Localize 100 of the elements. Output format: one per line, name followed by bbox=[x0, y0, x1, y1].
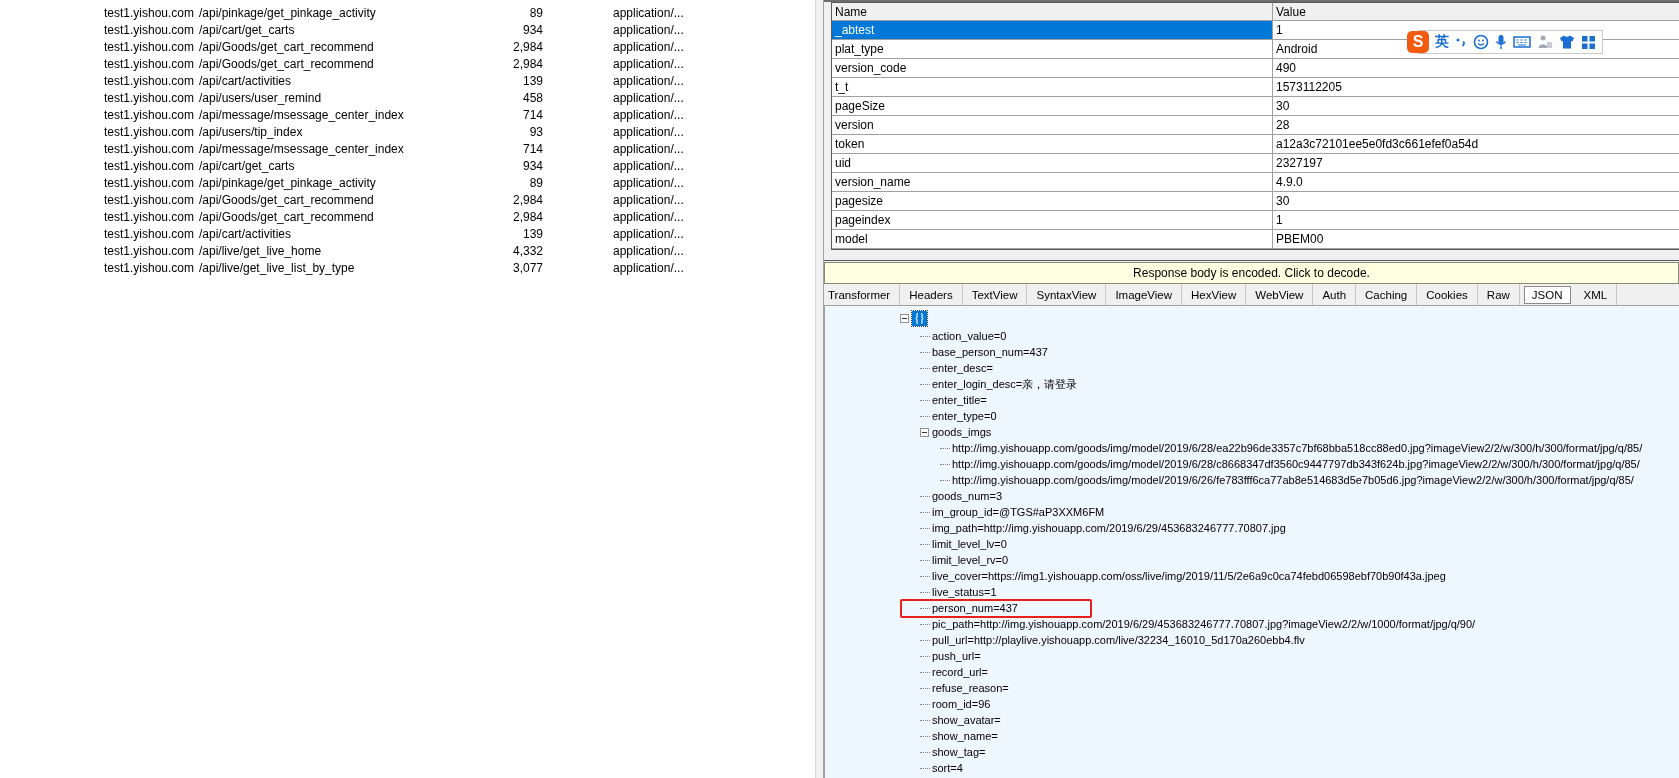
value-cell[interactable]: a12a3c72101ee5e0fd3c661efef0a54d bbox=[1273, 135, 1679, 153]
url-cell[interactable]: /api/users/user_remind bbox=[199, 90, 439, 105]
host-cell[interactable]: test1.yishou.com bbox=[104, 73, 199, 88]
value-cell[interactable]: 4.9.0 bbox=[1273, 173, 1679, 191]
tree-item[interactable]: limit_level_lv=0 bbox=[932, 538, 1007, 550]
url-cell[interactable]: /api/Goods/get_cart_recommend bbox=[199, 192, 439, 207]
name-cell[interactable]: plat_type bbox=[832, 40, 1273, 58]
tab[interactable]: Transformer bbox=[824, 284, 901, 305]
host-cell[interactable]: test1.yishou.com bbox=[104, 124, 199, 139]
content-type-cell[interactable]: application/... bbox=[613, 56, 684, 71]
tab[interactable]: Headers bbox=[900, 284, 963, 305]
value-cell[interactable]: 30 bbox=[1273, 97, 1679, 115]
size-cell[interactable]: 2,984 bbox=[439, 209, 543, 224]
tree-item[interactable]: action_value=0 bbox=[932, 330, 1007, 342]
content-type-cell[interactable]: application/... bbox=[613, 124, 684, 139]
content-type-cell[interactable]: application/... bbox=[613, 107, 684, 122]
tab[interactable]: SyntaxView bbox=[1027, 284, 1107, 305]
content-type-cell[interactable]: application/... bbox=[613, 22, 684, 37]
url-cell[interactable]: /api/Goods/get_cart_recommend bbox=[199, 56, 439, 71]
name-cell[interactable]: _abtest bbox=[832, 21, 1273, 39]
tree-item[interactable]: show_tag= bbox=[932, 746, 986, 758]
url-cell[interactable]: /api/cart/activities bbox=[199, 73, 439, 88]
host-cell[interactable]: test1.yishou.com bbox=[104, 175, 199, 190]
value-cell[interactable]: 2327197 bbox=[1273, 154, 1679, 172]
collapse-icon[interactable] bbox=[900, 313, 909, 323]
host-cell[interactable]: test1.yishou.com bbox=[104, 243, 199, 258]
tree-item[interactable]: sort=4 bbox=[932, 762, 963, 774]
name-cell[interactable]: version bbox=[832, 116, 1273, 134]
host-cell[interactable]: test1.yishou.com bbox=[104, 192, 199, 207]
tab[interactable]: WebView bbox=[1246, 284, 1314, 305]
name-cell[interactable]: t_t bbox=[832, 78, 1273, 96]
tab[interactable]: TextView bbox=[962, 284, 1028, 305]
name-cell[interactable]: uid bbox=[832, 154, 1273, 172]
tree-item[interactable]: im_group_id=@TGS#aP3XXM6FM bbox=[932, 506, 1105, 518]
tree-item[interactable]: enter_title= bbox=[932, 394, 987, 406]
value-cell[interactable]: 1 bbox=[1273, 211, 1679, 229]
url-cell[interactable]: /api/Goods/get_cart_recommend bbox=[199, 209, 439, 224]
value-cell[interactable]: PBEM00 bbox=[1273, 230, 1679, 248]
tree-item[interactable]: refuse_reason= bbox=[932, 682, 1009, 694]
grid-icon[interactable] bbox=[1581, 34, 1596, 50]
content-type-cell[interactable]: application/... bbox=[613, 175, 684, 190]
content-type-cell[interactable]: application/... bbox=[613, 90, 684, 105]
name-cell[interactable]: pagesize bbox=[832, 192, 1273, 210]
size-cell[interactable]: 2,984 bbox=[439, 192, 543, 207]
size-cell[interactable]: 139 bbox=[439, 226, 543, 241]
tree-item[interactable]: enter_login_desc=亲，请登录 bbox=[932, 376, 1078, 392]
keyboard-icon[interactable] bbox=[1513, 35, 1531, 49]
url-cell[interactable]: /api/users/tip_index bbox=[199, 124, 439, 139]
tree-item[interactable]: http://img.yishouapp.com/goods/img/model/2019/6/28/c8668347df3560c9447797db343f624b.jpg?imageView2/2/w/300/h/300/format/jpg/q/85/ bbox=[952, 458, 1640, 470]
tree-item[interactable]: push_url= bbox=[932, 650, 981, 662]
tree-item[interactable]: live_cover=https://img1.yishouapp.com/oss/live/img/2019/11/5/2e6a9c0ca74febd06598ebf70b90f43a.jpeg bbox=[932, 570, 1446, 582]
value-cell[interactable]: 1573112205 bbox=[1273, 78, 1679, 96]
braces-icon[interactable] bbox=[912, 310, 927, 326]
value-cell[interactable]: 30 bbox=[1273, 192, 1679, 210]
notice-bar[interactable]: Response body is encoded. Click to decode. bbox=[824, 262, 1679, 284]
tree-item[interactable]: http://img.yishouapp.com/goods/img/model/2019/6/26/fe783fff6ca77ab8e514683d5e7b05d6.jpg?imageView2/2/w/300/h/300/format/jpg/q/85/ bbox=[952, 474, 1634, 486]
content-type-cell[interactable]: application/... bbox=[613, 158, 684, 173]
tab[interactable]: JSON bbox=[1523, 286, 1571, 304]
content-type-cell[interactable]: application/... bbox=[613, 226, 684, 241]
name-cell[interactable]: pageindex bbox=[832, 211, 1273, 229]
size-cell[interactable]: 934 bbox=[439, 22, 543, 37]
url-cell[interactable]: /api/pinkage/get_pinkage_activity bbox=[199, 175, 439, 190]
tab[interactable]: Auth bbox=[1313, 284, 1357, 305]
collapse-icon[interactable] bbox=[920, 427, 929, 437]
size-cell[interactable]: 139 bbox=[439, 73, 543, 88]
tree-item[interactable]: goods_imgs bbox=[932, 426, 992, 438]
host-cell[interactable]: test1.yishou.com bbox=[104, 5, 199, 20]
tree-item[interactable]: img_path=http://img.yishouapp.com/2019/6/29/453683246777.70807.jpg bbox=[932, 522, 1286, 534]
smiley-icon[interactable] bbox=[1473, 34, 1489, 50]
name-cell[interactable]: pageSize bbox=[832, 97, 1273, 115]
name-cell[interactable]: model bbox=[832, 230, 1273, 248]
tree-item[interactable]: pull_url=http://playlive.yishouapp.com/live/32234_16010_5d170a260ebb4.flv bbox=[932, 634, 1305, 646]
microphone-icon[interactable] bbox=[1495, 34, 1507, 50]
size-cell[interactable]: 93 bbox=[439, 124, 543, 139]
tree-item[interactable]: http://img.yishouapp.com/goods/img/model/2019/6/28/ea22b96de3357c7bf68bba518cc88ed0.jpg?imageView2/2/w/300/h/300/format/jpg/q/85/ bbox=[952, 442, 1643, 454]
content-type-cell[interactable]: application/... bbox=[613, 260, 684, 275]
url-cell[interactable]: /api/message/msessage_center_index bbox=[199, 107, 439, 122]
tree-item[interactable]: pic_path=http://img.yishouapp.com/2019/6/29/453683246777.70807.jpg?imageView2/2/w/1000/format/jpg/q/90/ bbox=[932, 618, 1476, 630]
host-cell[interactable]: test1.yishou.com bbox=[104, 226, 199, 241]
content-type-cell[interactable]: application/... bbox=[613, 209, 684, 224]
column-header[interactable]: Name bbox=[832, 3, 1273, 20]
size-cell[interactable]: 934 bbox=[439, 158, 543, 173]
tab[interactable]: XML bbox=[1574, 284, 1618, 305]
url-cell[interactable]: /api/live/get_live_home bbox=[199, 243, 439, 258]
host-cell[interactable]: test1.yishou.com bbox=[104, 107, 199, 122]
host-cell[interactable]: test1.yishou.com bbox=[104, 90, 199, 105]
host-cell[interactable]: test1.yishou.com bbox=[104, 141, 199, 156]
tab[interactable]: HexView bbox=[1182, 284, 1247, 305]
tab[interactable]: ImageView bbox=[1106, 284, 1183, 305]
tree-item[interactable]: goods_num=3 bbox=[932, 490, 1003, 502]
size-cell[interactable]: 714 bbox=[439, 107, 543, 122]
tab[interactable]: Raw bbox=[1477, 284, 1520, 305]
url-cell[interactable]: /api/cart/get_carts bbox=[199, 158, 439, 173]
host-cell[interactable]: test1.yishou.com bbox=[104, 22, 199, 37]
tab[interactable]: Caching bbox=[1356, 284, 1418, 305]
content-type-cell[interactable]: application/... bbox=[613, 141, 684, 156]
name-cell[interactable]: version_name bbox=[832, 173, 1273, 191]
url-cell[interactable]: /api/live/get_live_list_by_type bbox=[199, 260, 439, 275]
tree-item[interactable]: record_url= bbox=[932, 666, 988, 678]
tree-item[interactable]: limit_level_rv=0 bbox=[932, 554, 1009, 566]
